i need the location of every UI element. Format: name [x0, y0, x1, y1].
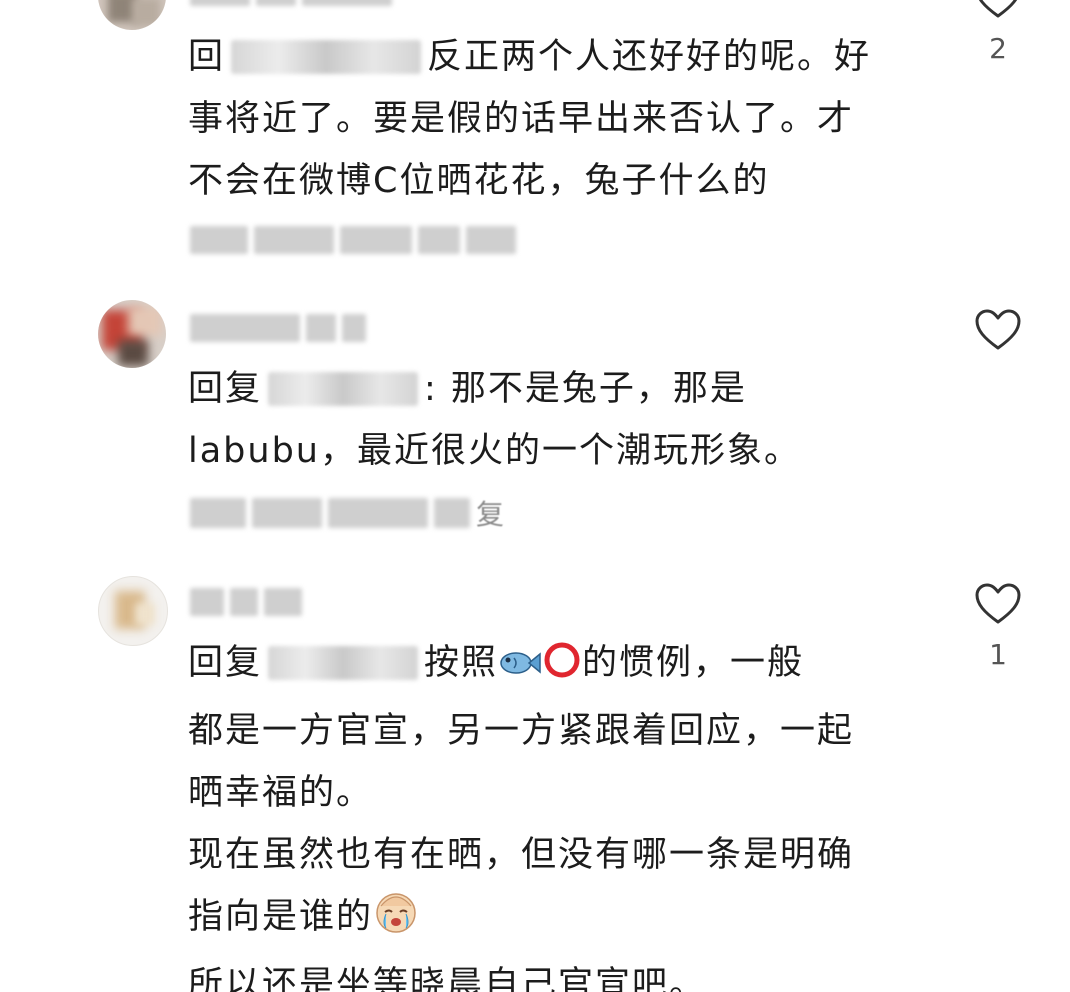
comment-text-fragment: 指向是谁的 [188, 897, 374, 937]
comment-line: 晒幸福的。 [188, 773, 374, 813]
reply-link[interactable]: 复 [476, 493, 504, 533]
redacted-username[interactable] [268, 646, 419, 680]
comment-line: 反正两个人还好好的呢。好 [427, 37, 872, 77]
heart-icon[interactable] [974, 0, 1022, 20]
reply-prefix: 回复 [188, 643, 263, 683]
username-blurred[interactable] [190, 0, 392, 6]
crying-face-emoji-icon [373, 890, 419, 954]
comment-line: 都是一方官宣，另一方紧跟着回应，一起 [188, 711, 855, 751]
comment-meta-blurred [190, 226, 516, 254]
comment-line: labubu，最近很火的一个潮玩形象。 [188, 431, 801, 471]
comment-thread: 回 反正两个人还好好的呢。好 事将近了。要是假的话早出来否认了。才 不会在微博C位… [0, 0, 1070, 992]
comment-text: 回复 按照 的惯例，一般 都是一方官宣，另一方紧跟着回应，一起 晒幸福的。 现在虽… [188, 632, 908, 992]
avatar[interactable] [98, 576, 168, 646]
fish-emoji-icon [498, 638, 542, 700]
reply-prefix: 回复 [188, 369, 263, 409]
comment-text: 回复 : 那不是兔子，那是 labubu，最近很火的一个潮玩形象。 [188, 358, 908, 482]
like-count: 2 [989, 32, 1007, 65]
comment-line: : 那不是兔子，那是 [424, 369, 747, 409]
comment-line: 所以还是坐等晓晨自己官宣吧。 [188, 965, 707, 992]
red-circle-emoji-icon [542, 638, 582, 700]
comment-text-fragment: 的惯例，一般 [582, 643, 805, 683]
avatar[interactable] [98, 300, 166, 368]
comment-text: 回 反正两个人还好好的呢。好 事将近了。要是假的话早出来否认了。才 不会在微博C位… [188, 26, 908, 212]
comment-line: 现在虽然也有在晒，但没有哪一条是明确 [188, 835, 855, 875]
username-blurred[interactable] [190, 588, 302, 616]
avatar[interactable] [98, 0, 166, 30]
comment-text-fragment: 按照 [424, 643, 499, 683]
like-control[interactable]: 1 [966, 582, 1030, 671]
heart-icon[interactable] [974, 308, 1022, 352]
like-count: 1 [989, 638, 1007, 671]
reply-prefix: 回 [188, 37, 226, 77]
comment-line: 事将近了。要是假的话早出来否认了。才 [188, 99, 855, 139]
redacted-username[interactable] [231, 40, 422, 74]
username-blurred[interactable] [190, 314, 366, 342]
comment-line: 不会在微博C位晒花花，兔子什么的 [188, 161, 770, 201]
like-control[interactable] [966, 308, 1030, 364]
comment-meta-blurred: 复 [190, 498, 504, 531]
like-control[interactable]: 2 [966, 0, 1030, 65]
heart-icon[interactable] [974, 582, 1022, 626]
redacted-username[interactable] [268, 372, 419, 406]
